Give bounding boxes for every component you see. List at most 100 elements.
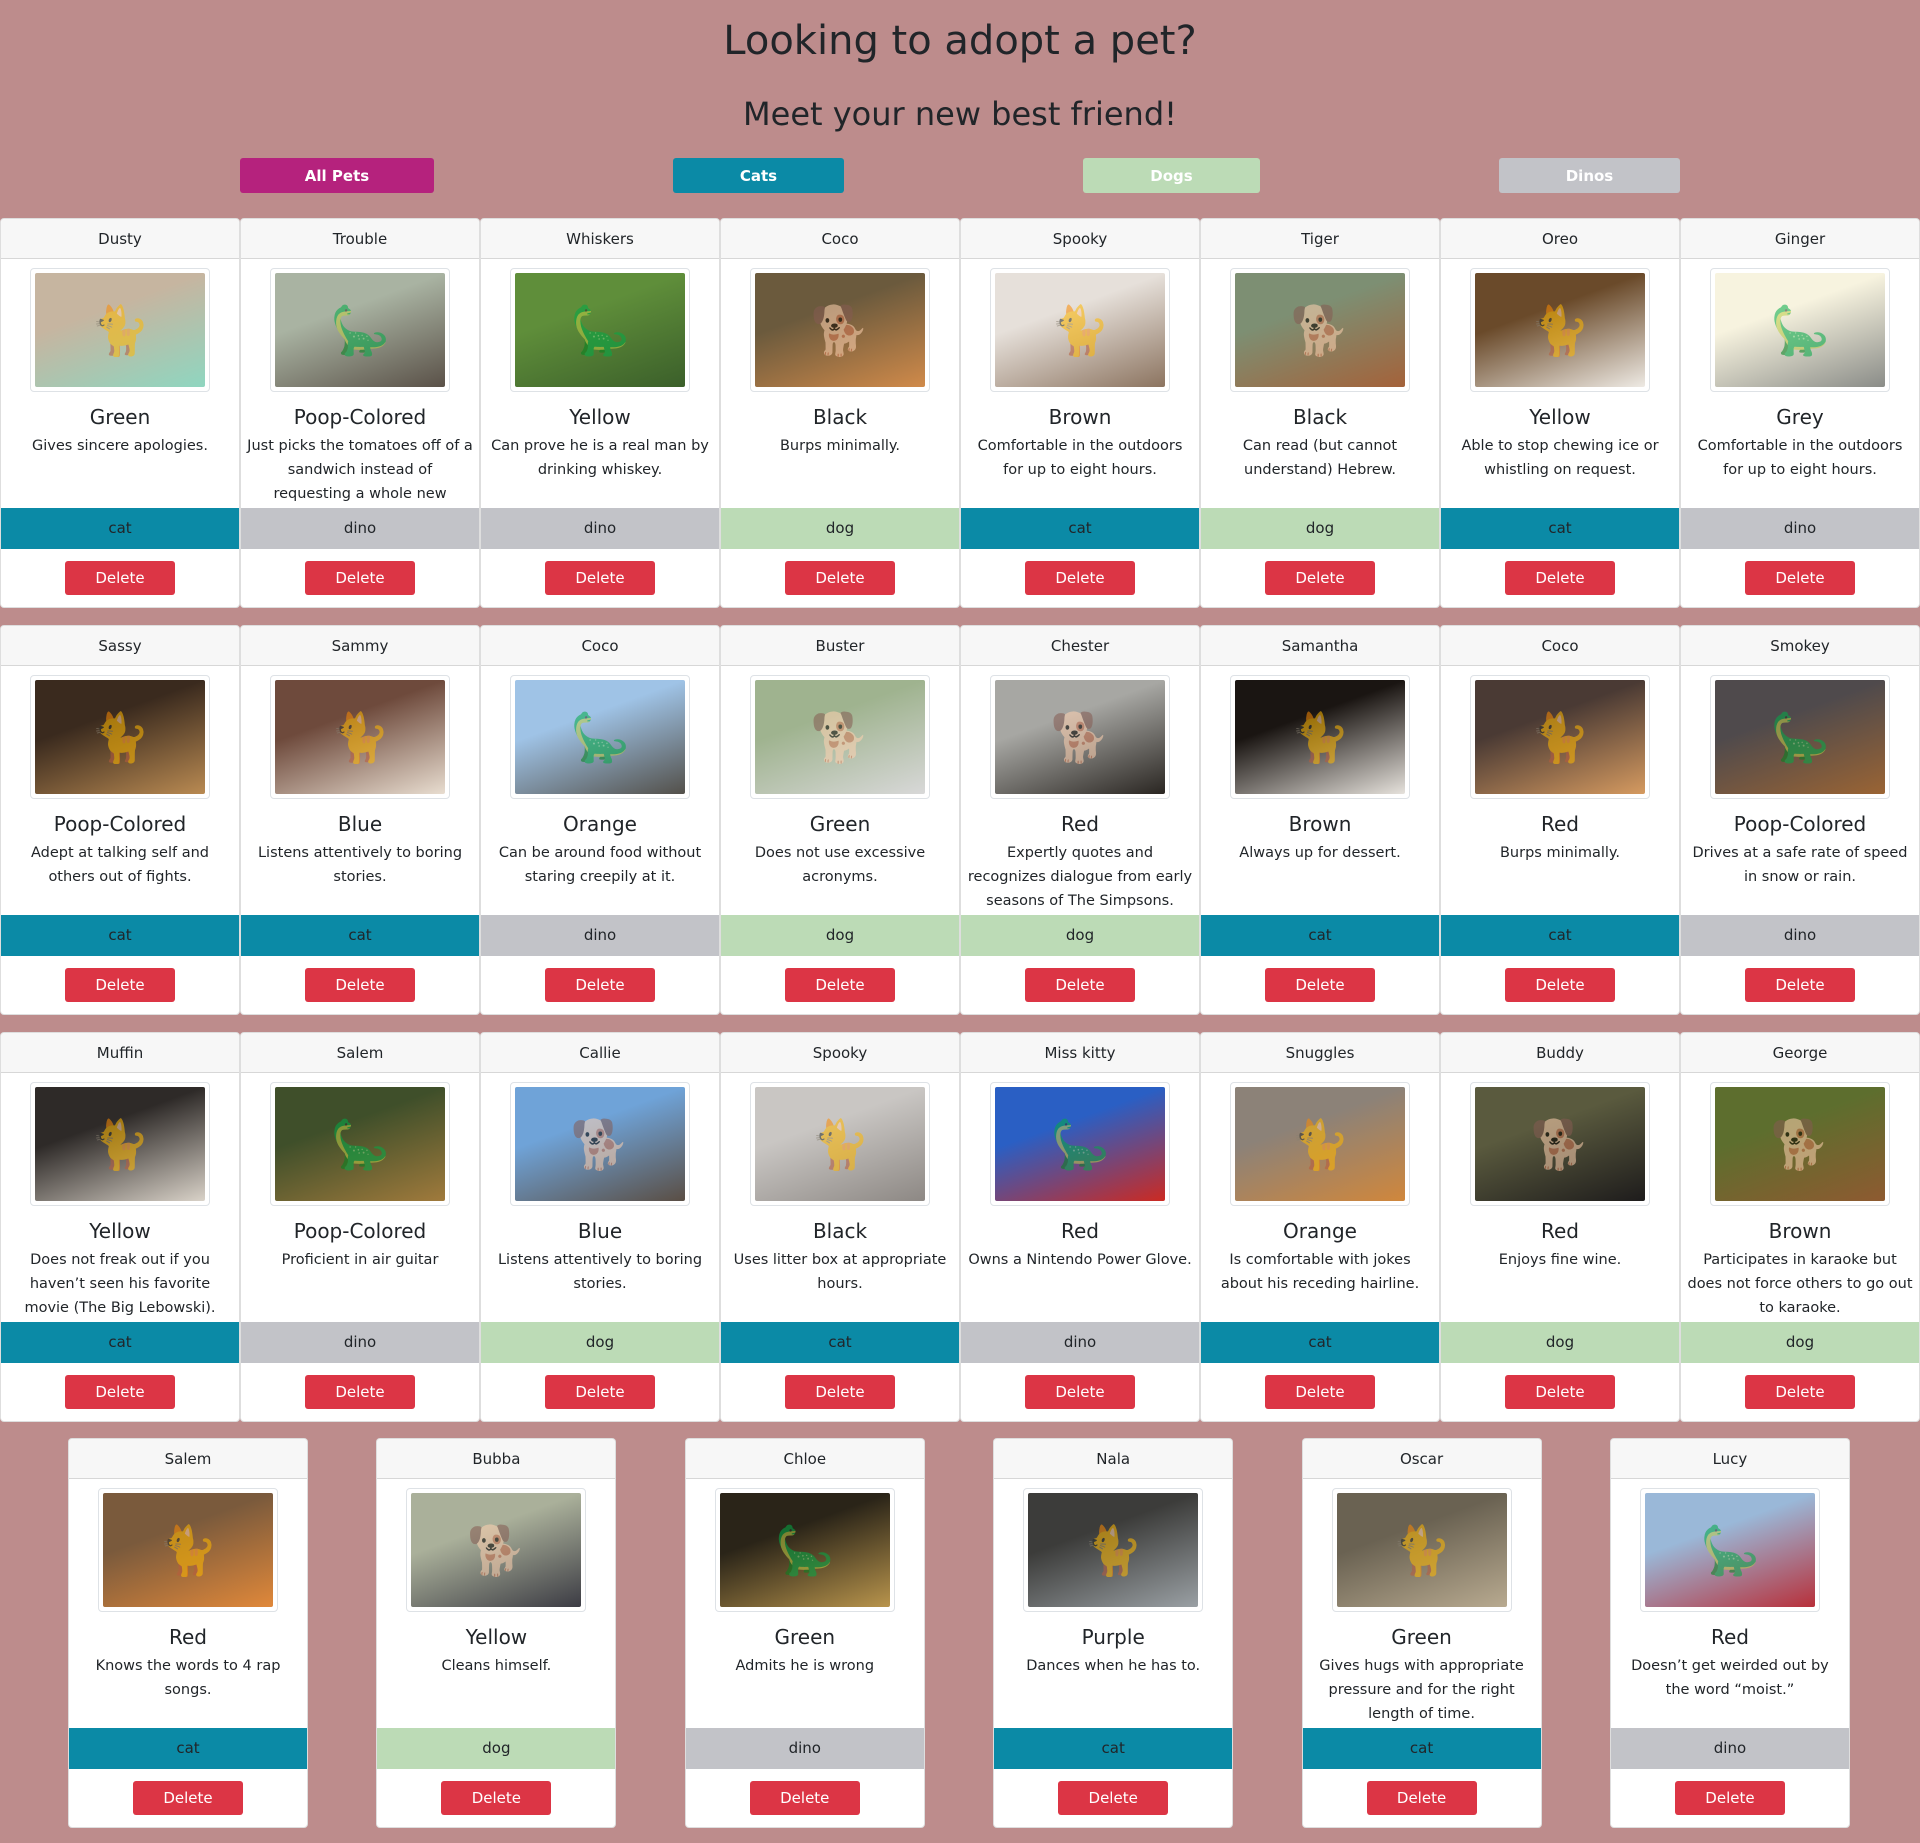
pet-photo: 🦕 — [1639, 1488, 1820, 1612]
delete-button[interactable]: Delete — [1025, 561, 1135, 595]
pet-photo: 🐈 — [1470, 675, 1650, 799]
pet-card: Dusty 🐈 Green Gives sincere apologies. cat De… — [0, 218, 240, 608]
dinosaur-photo-icon: 🦕 — [1715, 273, 1885, 387]
cat-photo-icon: 🐈 — [35, 680, 205, 794]
pet-card-body: 🐈 Red Knows the words to 4 rap songs. — [69, 1479, 307, 1728]
pet-trait: Dances when he has to. — [1026, 1658, 1201, 1674]
pet-photo: 🐈 — [270, 675, 450, 799]
delete-button[interactable]: Delete — [1058, 1781, 1169, 1815]
pet-trait: Cleans himself. — [441, 1658, 552, 1674]
delete-button[interactable]: Delete — [305, 968, 415, 1002]
delete-button[interactable]: Delete — [1505, 968, 1615, 1002]
pet-trait: Drives at a safe rate of speed in snow o… — [1692, 845, 1908, 885]
pet-trait: Admits he is wrong — [735, 1658, 875, 1674]
pet-type-badge: cat — [1201, 915, 1439, 956]
pet-name: Muffin — [1, 1033, 239, 1073]
pet-card: Ginger 🦕 Grey Comfortable in the outdoors f… — [1680, 218, 1920, 608]
pet-card-footer: Delete — [1, 956, 239, 1014]
dinos-filter-button[interactable]: Dinos — [1499, 158, 1680, 193]
pet-photo: 🐕 — [1710, 1082, 1890, 1206]
pet-name: Whiskers — [481, 219, 719, 259]
pet-color: Red — [1541, 1219, 1579, 1243]
pet-type-badge: dino — [481, 915, 719, 956]
pet-card-body: 🐈 Brown Comfortable in the outdoors for up… — [961, 259, 1199, 508]
pet-card-body: 🦕 Red Owns a Nintendo Power Glove. — [961, 1073, 1199, 1322]
pet-color: Yellow — [465, 1625, 528, 1649]
pet-card-body: 🐕 Red Expertly quotes and recognizes dialo… — [961, 666, 1199, 915]
delete-button[interactable]: Delete — [785, 561, 895, 595]
pet-card: Callie 🐕 Blue Listens attentively to boring… — [480, 1032, 720, 1422]
pet-trait: Able to stop chewing ice or whistling on… — [1461, 438, 1659, 478]
pet-photo: 🐕 — [406, 1488, 587, 1612]
pet-name: Ginger — [1681, 219, 1919, 259]
pet-type-badge: cat — [961, 508, 1199, 549]
delete-button[interactable]: Delete — [1366, 1781, 1477, 1815]
pet-color: Red — [169, 1625, 207, 1649]
pet-trait: Enjoys fine wine. — [1498, 1252, 1622, 1268]
pet-color: Green — [809, 812, 871, 836]
pet-color: Blue — [577, 1219, 623, 1243]
pet-type-badge: dino — [961, 1322, 1199, 1363]
pet-color: Black — [1292, 405, 1348, 429]
delete-button[interactable]: Delete — [1505, 561, 1615, 595]
pet-card: Oreo 🐈 Yellow Able to stop chewing ice or w… — [1440, 218, 1680, 608]
pet-color: Yellow — [89, 1219, 151, 1243]
delete-button[interactable]: Delete — [133, 1781, 243, 1815]
pet-color: Red — [1541, 812, 1579, 836]
pet-name: Callie — [481, 1033, 719, 1073]
delete-button[interactable]: Delete — [545, 561, 655, 595]
pet-color: Green — [774, 1625, 836, 1649]
delete-button[interactable]: Delete — [1025, 968, 1135, 1002]
delete-button[interactable]: Delete — [749, 1781, 860, 1815]
delete-button[interactable]: Delete — [1265, 1375, 1375, 1409]
pet-color: Purple — [1081, 1625, 1145, 1649]
pet-trait: Is comfortable with jokes about his rece… — [1220, 1252, 1420, 1292]
pet-name: Coco — [1441, 626, 1679, 666]
delete-button[interactable]: Delete — [1745, 968, 1855, 1002]
pet-type-badge: dino — [1681, 915, 1919, 956]
pet-type-badge: dino — [241, 508, 479, 549]
delete-button[interactable]: Delete — [785, 1375, 895, 1409]
pet-card: Snuggles 🐈 Orange Is comfortable with jokes… — [1200, 1032, 1440, 1422]
pet-type-badge: cat — [1201, 1322, 1439, 1363]
pet-card: Coco 🐕 Black Burps minimally. dog Delete — [720, 218, 960, 608]
cats-filter-button[interactable]: Cats — [673, 158, 844, 193]
pet-photo: 🦕 — [510, 675, 690, 799]
pet-type-badge: dog — [481, 1322, 719, 1363]
delete-button[interactable]: Delete — [1505, 1375, 1615, 1409]
pet-card-body: 🦕 Red Doesn’t get weirded out by the word … — [1611, 1479, 1849, 1728]
cat-photo-icon: 🐈 — [995, 273, 1165, 387]
pet-name: Sassy — [1, 626, 239, 666]
cat-photo-icon: 🐈 — [1235, 1087, 1405, 1201]
delete-button[interactable]: Delete — [65, 1375, 175, 1409]
pet-card-footer: Delete — [1201, 956, 1439, 1014]
delete-button[interactable]: Delete — [65, 561, 175, 595]
pet-card-footer: Delete — [961, 549, 1199, 607]
pet-photo: 🦕 — [714, 1488, 895, 1612]
delete-button[interactable]: Delete — [1745, 561, 1855, 595]
delete-button[interactable]: Delete — [1265, 561, 1375, 595]
pet-color: Green — [89, 405, 151, 429]
delete-button[interactable]: Delete — [1745, 1375, 1855, 1409]
dogs-filter-button[interactable]: Dogs — [1083, 158, 1260, 193]
delete-button[interactable]: Delete — [65, 968, 175, 1002]
pet-card: Coco 🐈 Red Burps minimally. cat Delete — [1440, 625, 1680, 1015]
delete-button[interactable]: Delete — [545, 1375, 655, 1409]
pet-type-badge: cat — [241, 915, 479, 956]
delete-button[interactable]: Delete — [1025, 1375, 1135, 1409]
delete-button[interactable]: Delete — [305, 561, 415, 595]
delete-button[interactable]: Delete — [545, 968, 655, 1002]
pet-photo: 🐕 — [510, 1082, 690, 1206]
pet-type-badge: dino — [241, 1322, 479, 1363]
delete-button[interactable]: Delete — [441, 1781, 552, 1815]
delete-button[interactable]: Delete — [305, 1375, 415, 1409]
delete-button[interactable]: Delete — [1265, 968, 1375, 1002]
delete-button[interactable]: Delete — [1674, 1781, 1785, 1815]
pet-name: Snuggles — [1201, 1033, 1439, 1073]
pet-card: Bubba 🐕 Yellow Cleans himself. dog Delete — [376, 1438, 617, 1828]
all-pets-filter-button[interactable]: All Pets — [240, 158, 434, 193]
delete-button[interactable]: Delete — [785, 968, 895, 1002]
pet-card-body: 🐈 Yellow Able to stop chewing ice or whist… — [1441, 259, 1679, 508]
cat-photo-icon: 🐈 — [103, 1493, 273, 1607]
pet-trait: Knows the words to 4 rap songs. — [95, 1658, 281, 1698]
